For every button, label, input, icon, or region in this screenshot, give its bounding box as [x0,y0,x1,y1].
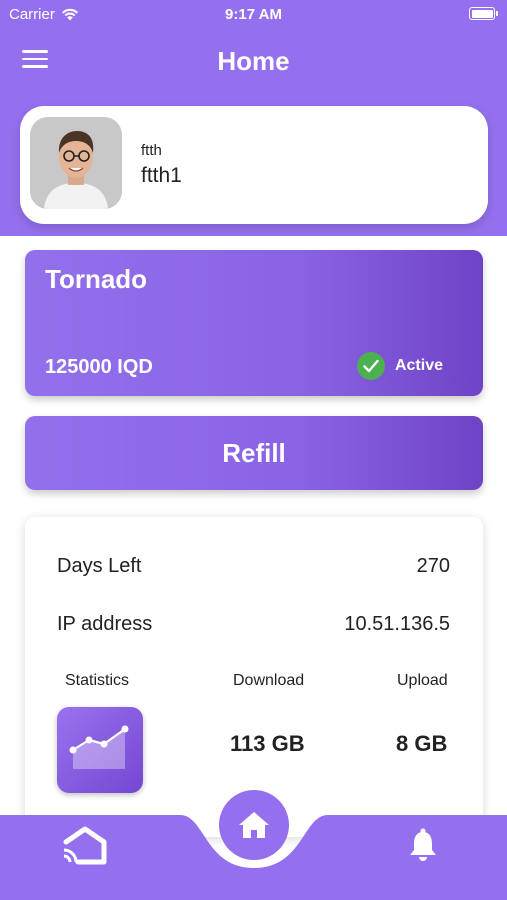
plan-status: Active [356,352,443,380]
bell-icon[interactable] [408,828,438,867]
upload-label: Upload [397,672,448,689]
home-icon[interactable] [219,790,289,860]
download-label: Download [233,672,305,689]
avatar [30,117,122,209]
plan-name: Tornado [45,264,148,294]
profile-name: ftth1 [141,164,182,187]
ip-address-label: IP address [57,613,153,635]
days-left-value: 270 [416,555,450,577]
ip-address-row: IP address 10.51.136.5 [57,613,450,636]
bottom-nav-bar [0,790,507,900]
profile-card[interactable]: ftth ftth1 [20,106,488,224]
statistics-chart-icon[interactable] [57,707,143,793]
info-card: Days Left 270 IP address 10.51.136.5 Sta… [25,517,483,837]
status-bar: Carrier 9:17 AM [0,0,507,30]
refill-button[interactable]: Refill [25,416,483,490]
plan-status-label: Active [394,357,443,374]
nav-bar: Home [0,36,507,86]
days-left-row: Days Left 270 [57,555,450,578]
upload-value: 8 GB [396,731,448,756]
plan-card[interactable]: Tornado 125000 IQD Active [25,250,483,396]
ip-address-value: 10.51.136.5 [344,613,450,635]
battery-icon [469,7,498,20]
page-title: Home [217,46,290,76]
plan-price: 125000 IQD [45,356,153,378]
statistics-label: Statistics [65,672,130,689]
profile-subtitle: ftth [141,142,162,159]
ftth-home-logo-icon[interactable] [60,826,110,871]
status-time: 9:17 AM [225,6,282,23]
days-left-label: Days Left [57,555,142,577]
download-value: 113 GB [230,731,305,756]
check-circle-icon [356,352,385,380]
